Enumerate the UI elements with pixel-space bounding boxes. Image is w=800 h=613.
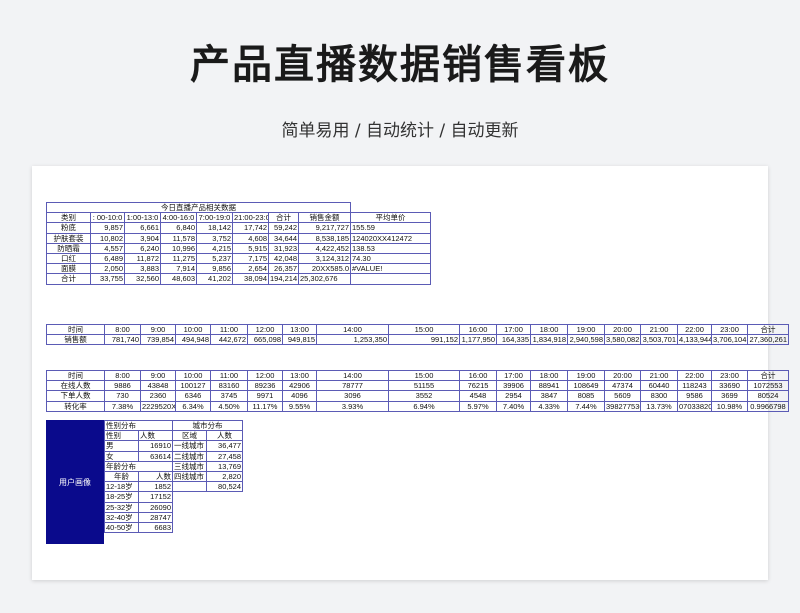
table-header-row: 性别 人数: [104, 430, 173, 442]
col-header: 21:00-23:0: [232, 212, 269, 224]
table-row: 面膜 2,050 3,883 7,914 9,856 2,654 26,357 20XX585…: [46, 263, 431, 275]
table-row: 女 63614: [104, 450, 173, 462]
table-caption: 今日直播产品相关数据: [46, 201, 351, 214]
table-row: 防晒霜 4,557 6,240 10,996 4,215 5,915 31,923 4,422…: [46, 242, 431, 254]
page-subtitle: 简单易用 / 自动统计 / 自动更新: [281, 121, 519, 141]
table-row: 25-32岁 26090: [104, 501, 173, 513]
table-row: 下单人数 730 2360 6346 3745 9971 4096 3096 3552 4548 2…: [46, 390, 789, 402]
table-row: 一线城市 36,477: [172, 440, 243, 452]
table-row: 护肤套装 10,802 3,904 11,578 3,752 4,608 34,644 8,5…: [46, 232, 431, 244]
city-distribution-table: 城市分布 区域 人数 一线城市 36,477 二线城市 27,458 三线城市 13,7…: [172, 419, 243, 493]
gender-title: 性别分布: [104, 419, 173, 432]
gender-age-table: 性别分布 性别 人数 男 16910 女 63614 年龄分布 年龄 人数 12-18岁…: [104, 419, 173, 534]
table-row: 二线城市 27,458: [172, 450, 243, 462]
traffic-conversion-table: 时间 8:00 9:00 10:00 11:00 12:00 13:00 14:00 15:00…: [46, 369, 789, 412]
spreadsheet-preview: 今日直播产品相关数据 类别 : 00-10:0 1:00-13:0 4:00-1…: [32, 166, 789, 580]
city-title: 城市分布: [172, 419, 243, 432]
table-header-row: 类别 : 00-10:0 1:00-13:0 4:00-16:0 7:00-19…: [46, 212, 431, 224]
table-header-row: 时间 8:00 9:00 10:00 11:00 12:00 13:00 14:00 15:00…: [46, 323, 789, 336]
table-row: 18-25岁 17152: [104, 491, 173, 503]
table-total-row: 合计 33,755 32,560 48,603 41,202 38,094 194,214 2…: [46, 273, 431, 285]
table-row: 销售额 781,740 739,854 494,948 442,672 665,098 94…: [46, 334, 789, 346]
col-header: 类别: [46, 212, 91, 224]
col-header: 4:00-16:0: [160, 212, 197, 224]
table-row: 粉底 9,857 6,661 6,840 18,142 17,742 59,242 9,217…: [46, 222, 431, 234]
table-row: 转化率 7.38% 2229520X 6.34% 4.50% 11.17% 9.55% 3.9…: [46, 400, 789, 412]
table-row: 32-40岁 28747: [104, 511, 173, 523]
table-row: 四线城市 2,820: [172, 470, 243, 483]
page-title: 产品直播数据销售看板: [190, 42, 610, 88]
table-row: 三线城市 13,769: [172, 460, 243, 472]
table-row: 口红 6,489 11,872 11,275 5,237 7,175 42,048 3,124…: [46, 252, 431, 265]
col-header: : 00-10:0: [90, 212, 125, 224]
col-header: 合计: [268, 212, 299, 224]
product-data-table: 今日直播产品相关数据 类别 : 00-10:0 1:00-13:0 4:00-1…: [46, 201, 431, 285]
table-row: 在线人数 9886 43848 100127 83160 89236 42906 78777 5…: [46, 380, 789, 392]
table-header-row: 时间 8:00 9:00 10:00 11:00 12:00 13:00 14:00 15:00…: [46, 369, 789, 382]
col-header: 销售金额: [298, 212, 351, 224]
col-header: 1:00-13:0: [124, 212, 161, 224]
user-persona-label: 用户画像: [46, 420, 104, 544]
table-total-row: 80,524: [172, 481, 243, 493]
hourly-sales-table: 时间 8:00 9:00 10:00 11:00 12:00 13:00 14:00 15:00…: [46, 323, 789, 346]
table-row: 40-50岁 6683: [104, 521, 173, 534]
table-row: 12-18岁 1852: [104, 481, 173, 493]
col-header: 平均单价: [350, 212, 431, 224]
table-header-row: 年龄 人数: [104, 470, 173, 483]
table-row: 男 16910: [104, 440, 173, 452]
table-header-row: 区域 人数: [172, 430, 243, 442]
col-header: 7:00-19:0: [196, 212, 233, 224]
age-title: 年龄分布: [104, 460, 173, 472]
